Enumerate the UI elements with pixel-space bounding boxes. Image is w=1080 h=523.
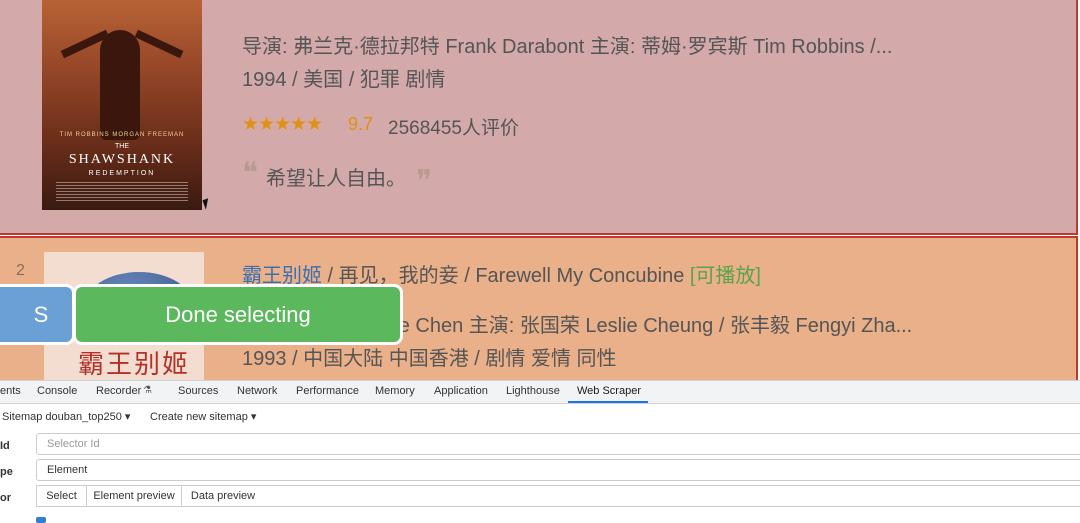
tab-elements[interactable]: ents [0, 385, 21, 397]
devtools-tab-bar: ents Console Recorder ⚗ Sources Network … [0, 381, 1080, 404]
active-tab-indicator [568, 401, 648, 403]
devtools-panel: ents Console Recorder ⚗ Sources Network … [0, 380, 1080, 523]
rating-score: 9.7 [348, 114, 374, 134]
poster-figure [100, 30, 140, 140]
web-page: TIM ROBBINS MORGAN FREEMAN THE SHAWSHANK… [0, 0, 1080, 380]
quote-open-icon: ❝ [242, 157, 259, 190]
tab-lighthouse[interactable]: Lighthouse [506, 385, 560, 397]
poster-figure-arm [134, 29, 184, 59]
poster-calligraphy: 霸王别姬 [78, 350, 191, 380]
movie-year-line: 1994 / 美国 / 犯罪 剧情 [242, 69, 446, 91]
tab-performance[interactable]: Performance [296, 385, 359, 397]
movie-rank: 2 [16, 262, 25, 279]
select-button[interactable]: Select [36, 485, 87, 507]
type-label: pe [0, 466, 13, 478]
movie-quote: 希望让人自由。 [266, 168, 406, 190]
tab-web-scraper[interactable]: Web Scraper [577, 385, 641, 397]
movie-alt-titles: / 再见，我的妾 / Farewell My Concubine [322, 265, 690, 287]
tab-application[interactable]: Application [434, 385, 488, 397]
poster-subtitle-text: REDEMPTION [88, 170, 156, 177]
tab-sources[interactable]: Sources [178, 385, 218, 397]
selector-label: or [0, 492, 11, 504]
poster-title-text: SHAWSHANK [68, 152, 176, 167]
tab-network[interactable]: Network [237, 385, 277, 397]
id-label: Id [0, 440, 10, 452]
tab-recorder[interactable]: Recorder [96, 385, 141, 397]
selector-id-input[interactable]: Selector Id [36, 433, 1080, 455]
selector-input[interactable] [264, 485, 1080, 507]
rating-votes: 2568455人评价 [388, 118, 519, 139]
create-sitemap-dropdown[interactable]: Create new sitemap ▾ [150, 410, 256, 423]
element-preview-button[interactable]: Element preview [86, 485, 182, 507]
multiple-checkbox[interactable] [36, 517, 46, 523]
flask-icon: ⚗ [143, 385, 152, 396]
data-preview-button[interactable]: Data preview [181, 485, 265, 507]
movie-title-line: 霸王别姬 / 再见，我的妾 / Farewell My Concubine [可… [242, 259, 761, 288]
rating-stars-icon: ★★★★★ [242, 114, 323, 135]
selector-type-select[interactable]: Element [36, 459, 1080, 481]
movie-poster-shawshank[interactable]: TIM ROBBINS MORGAN FREEMAN THE SHAWSHANK… [42, 0, 202, 210]
movie-year-line: 1993 / 中国大陆 中国香港 / 剧情 爱情 同性 [242, 348, 617, 370]
movie-directors-line: 导演: 弗兰克·德拉邦特 Frank Darabont 主演: 蒂姆·罗宾斯 T… [242, 36, 893, 58]
movie-title-link[interactable]: 霸王别姬 [242, 265, 322, 287]
done-selecting-button[interactable]: Done selecting [76, 287, 400, 342]
poster-credits-block [56, 182, 188, 202]
tab-console[interactable]: Console [37, 385, 77, 397]
playable-badge: [可播放] [689, 265, 761, 287]
poster-actors-text: TIM ROBBINS MORGAN FREEMAN [59, 132, 185, 138]
sitemap-dropdown[interactable]: Sitemap douban_top250 ▾ [2, 410, 130, 423]
tab-memory[interactable]: Memory [375, 385, 415, 397]
poster-the-text: THE [115, 143, 129, 150]
quote-close-icon: ❞ [416, 165, 433, 198]
web-scraper-nav: Sitemap douban_top250 ▾ Create new sitem… [0, 404, 1080, 428]
selection-s-button[interactable]: S [0, 287, 72, 342]
